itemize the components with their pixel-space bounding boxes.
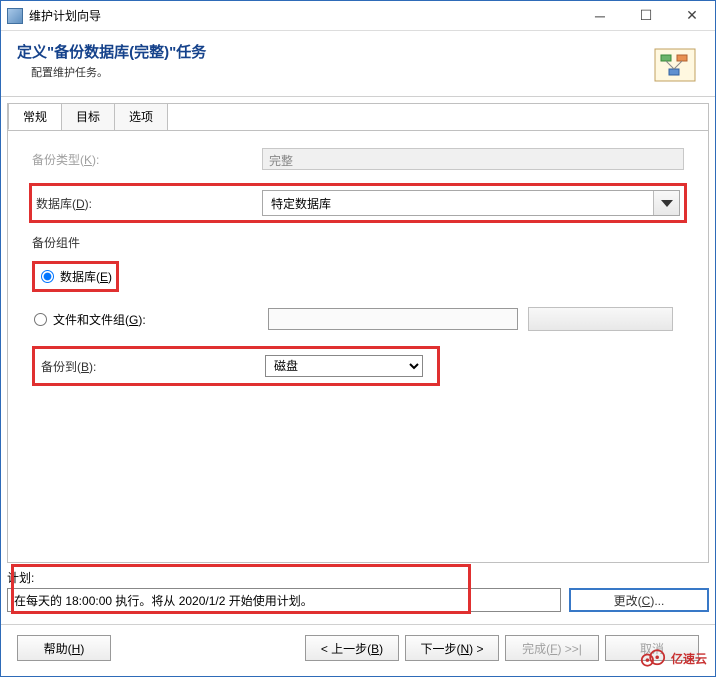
footer-buttons: 帮助(H) < 上一步(B) 下一步(N) > 完成(F) >>| 取消 (1, 635, 715, 675)
database-value: 特定数据库 (263, 195, 653, 212)
radio-database-label: 数据库(E) (60, 268, 112, 285)
app-icon (7, 8, 23, 24)
page-subtitle: 配置维护任务。 (17, 64, 651, 80)
backup-type-label: 备份类型(K): (32, 151, 262, 168)
tab-strip: 常规 目标 选项 (8, 103, 708, 131)
finish-button: 完成(F) >>| (505, 635, 599, 661)
tab-target[interactable]: 目标 (61, 103, 115, 130)
component-label: 备份组件 (32, 234, 684, 251)
radio-files[interactable]: 文件和文件组(G): (32, 311, 268, 328)
radio-files-input[interactable] (34, 313, 47, 326)
divider (1, 624, 715, 625)
backup-to-select[interactable]: 磁盘 (265, 355, 423, 377)
browse-button (528, 307, 673, 331)
back-button[interactable]: < 上一步(B) (305, 635, 399, 661)
wizard-header: 定义"备份数据库(完整)"任务 配置维护任务。 (1, 31, 715, 97)
title-bar: 维护计划向导 ─ ☐ ✕ (1, 1, 715, 31)
backup-type-row: 备份类型(K): 完整 (32, 146, 684, 172)
radio-db-highlight: 数据库(E) (32, 261, 119, 292)
wizard-icon (651, 41, 699, 89)
tab-general[interactable]: 常规 (8, 103, 62, 130)
radio-database-input[interactable] (41, 270, 54, 283)
schedule-label: 计划: (7, 569, 709, 586)
content-area: 常规 目标 选项 备份类型(K): 完整 数据库(D): 特定数据库 备份组件 … (7, 103, 709, 563)
watermark-text: 亿速云 (671, 650, 707, 667)
maximize-button[interactable]: ☐ (623, 1, 669, 31)
next-button[interactable]: 下一步(N) > (405, 635, 499, 661)
tab-options[interactable]: 选项 (114, 103, 168, 130)
schedule-section: 计划: 更改(C)... (7, 569, 709, 612)
database-dropdown[interactable]: 特定数据库 (262, 190, 680, 216)
page-title: 定义"备份数据库(完整)"任务 (17, 41, 651, 62)
database-label: 数据库(D): (36, 195, 262, 212)
dropdown-arrow-icon (653, 191, 679, 215)
backup-type-combo: 完整 (262, 148, 684, 170)
watermark-icon (639, 646, 667, 670)
minimize-button[interactable]: ─ (577, 1, 623, 31)
radio-files-row: 文件和文件组(G): (32, 306, 684, 332)
radio-database[interactable]: 数据库(E) (39, 268, 112, 285)
window-title: 维护计划向导 (29, 7, 577, 24)
close-button[interactable]: ✕ (669, 1, 715, 31)
backup-to-highlight: 备份到(B): 磁盘 (32, 346, 440, 386)
watermark: 亿速云 (639, 646, 707, 670)
schedule-input[interactable] (7, 588, 561, 612)
change-button[interactable]: 更改(C)... (569, 588, 709, 612)
radio-files-label: 文件和文件组(G): (53, 311, 146, 328)
window-controls: ─ ☐ ✕ (577, 1, 715, 31)
database-row: 数据库(D): 特定数据库 (32, 186, 684, 220)
help-button[interactable]: 帮助(H) (17, 635, 111, 661)
backup-to-label: 备份到(B): (41, 358, 265, 375)
files-input[interactable] (268, 308, 518, 330)
tab-content: 备份类型(K): 完整 数据库(D): 特定数据库 备份组件 数据库(E) 文件… (8, 132, 708, 400)
